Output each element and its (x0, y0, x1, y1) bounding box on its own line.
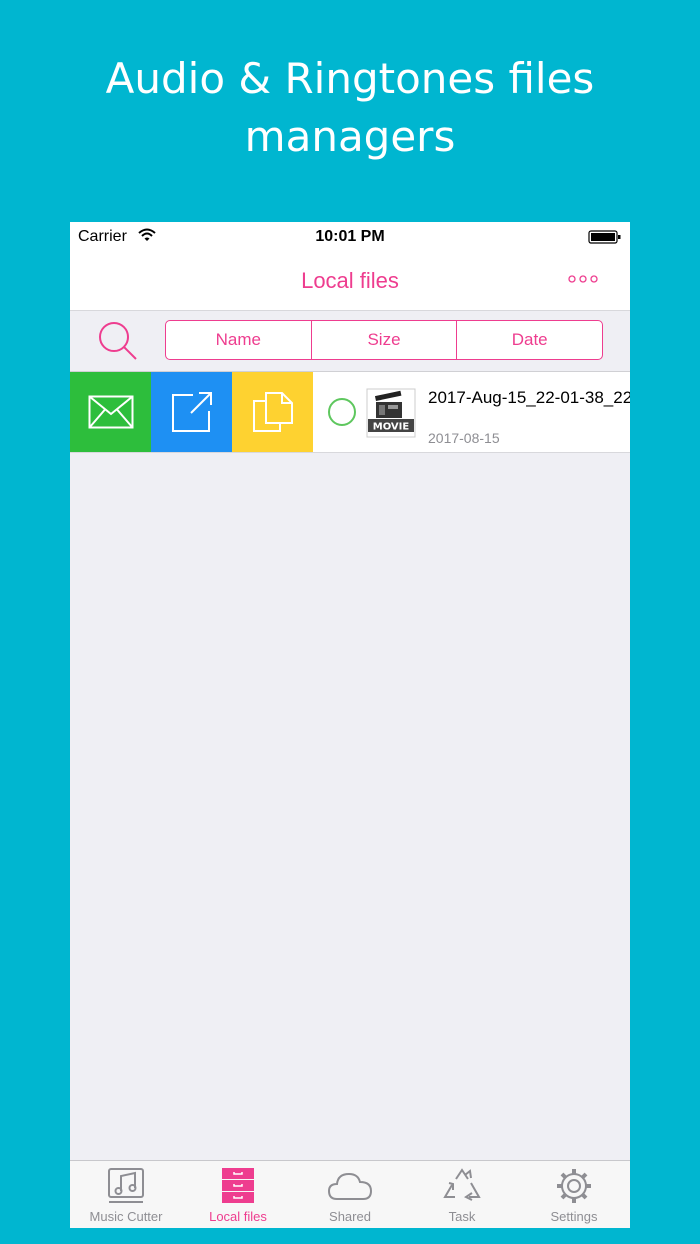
battery-icon (588, 230, 621, 244)
tab-task[interactable]: Task (406, 1161, 518, 1228)
file-list-item[interactable]: MOVIE 2017-Aug-15_22-01-38_22 2017-08-15 (70, 372, 630, 453)
phone-screen: Carrier 10:01 PM Local files Name Size D… (70, 222, 630, 1228)
tab-label: Shared (329, 1209, 371, 1224)
tab-label: Local files (209, 1209, 267, 1224)
movie-thumb-label: MOVIE (373, 422, 410, 433)
tab-local-files[interactable]: Local files (182, 1161, 294, 1228)
mail-icon (88, 395, 133, 429)
tab-music-cutter[interactable]: Music Cutter (70, 1161, 182, 1228)
movie-file-icon: MOVIE (366, 388, 416, 438)
file-cabinet-icon (222, 1168, 254, 1203)
headline-line-1: Audio & Ringtones files (105, 54, 595, 103)
share-icon (171, 392, 212, 432)
headline-line-2: managers (244, 112, 456, 161)
select-checkbox[interactable] (328, 398, 356, 426)
gear-icon (557, 1169, 591, 1203)
tab-label: Task (448, 1209, 476, 1224)
share-file-button[interactable] (151, 372, 232, 452)
sort-by-name-button[interactable]: Name (166, 321, 312, 359)
tab-bar: Music Cutter Local files Shared Task Set… (70, 1160, 630, 1228)
copy-icon (252, 392, 293, 432)
navigation-bar: Local files (70, 252, 630, 311)
promo-headline: Audio & Ringtones files managers (0, 50, 700, 166)
filter-bar: Name Size Date (70, 311, 630, 372)
email-file-button[interactable] (70, 372, 151, 452)
file-name: 2017-Aug-15_22-01-38_22 (428, 388, 630, 407)
sort-by-date-button[interactable]: Date (457, 321, 602, 359)
copy-file-button[interactable] (232, 372, 313, 452)
sort-segmented-control: Name Size Date (165, 320, 603, 360)
music-note-icon (108, 1168, 144, 1203)
more-options-icon[interactable] (568, 274, 598, 284)
sort-by-size-button[interactable]: Size (312, 321, 458, 359)
tab-label: Settings (550, 1209, 598, 1224)
status-bar: Carrier 10:01 PM (70, 222, 630, 252)
search-icon[interactable] (96, 319, 140, 363)
tab-settings[interactable]: Settings (518, 1161, 630, 1228)
cloud-icon (327, 1172, 373, 1200)
status-time: 10:01 PM (315, 228, 385, 245)
tab-label: Music Cutter (89, 1209, 163, 1224)
recycle-icon (443, 1168, 481, 1201)
file-date: 2017-08-15 (428, 430, 500, 446)
tab-shared[interactable]: Shared (294, 1161, 406, 1228)
page-title: Local files (301, 268, 399, 293)
